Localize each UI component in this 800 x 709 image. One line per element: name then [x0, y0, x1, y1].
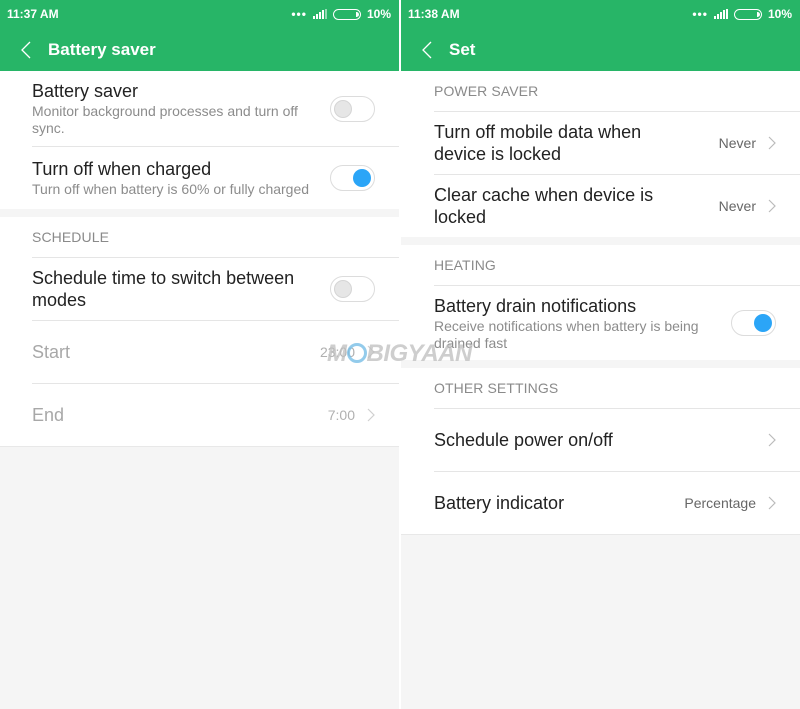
app-bar: Set: [401, 28, 800, 71]
back-button[interactable]: [0, 41, 48, 59]
turn-off-when-charged-row[interactable]: Turn off when charged Turn off when batt…: [32, 146, 399, 209]
status-time: 11:38 AM: [408, 7, 460, 21]
watermark-text: M: [327, 340, 347, 367]
row-title: Turn off when charged: [32, 159, 212, 179]
row-title: Schedule power on/off: [434, 430, 613, 450]
clear-cache-value: Never: [718, 198, 756, 214]
battery-indicator-row[interactable]: Battery indicator Percentage: [434, 471, 800, 534]
section-header: HEATING: [434, 257, 496, 273]
battery-indicator-value: Percentage: [684, 495, 756, 511]
toggle-knob: [334, 280, 352, 298]
end-time-value: 7:00: [327, 407, 355, 423]
page-title: Set: [449, 39, 476, 59]
signal-icon: [312, 9, 327, 19]
row-title: Battery drain notifications: [434, 295, 637, 316]
row-subtitle: Receive notifications when battery is be…: [434, 317, 699, 351]
row-title: Turn off mobile data when device is lock…: [434, 122, 642, 164]
section-header: POWER SAVER: [434, 83, 539, 99]
row-title: Start: [32, 342, 71, 362]
schedule-section: SCHEDULE Schedule time to switch between…: [0, 217, 399, 447]
status-bar: 11:38 AM ••• 10%: [401, 0, 800, 28]
more-dots-icon: •••: [291, 7, 307, 21]
row-subtitle: Monitor background processes and turn of…: [32, 103, 298, 136]
battery-percent: 10%: [366, 7, 391, 21]
mobile-data-value: Never: [718, 135, 756, 151]
toggle-knob: [334, 99, 352, 118]
battery-saver-section: Battery saver Monitor background process…: [0, 71, 399, 209]
battery-drain-toggle[interactable]: [731, 310, 776, 336]
chevron-right-icon: [768, 433, 776, 447]
status-bar: 11:37 AM ••• 10%: [0, 0, 399, 28]
power-saver-section: POWER SAVER Turn off mobile data when de…: [401, 71, 800, 237]
app-bar: Battery saver: [0, 28, 399, 71]
toggle-knob: [353, 169, 371, 187]
end-time-row[interactable]: End 7:00: [32, 383, 399, 446]
watermark-text: BIGYAAN: [366, 340, 473, 367]
battery-saver-toggle[interactable]: [330, 95, 375, 122]
battery-icon: [332, 8, 361, 20]
back-chevron-icon: [422, 41, 432, 58]
row-title: Schedule time to switch between modes: [32, 268, 295, 310]
battery-saver-row[interactable]: Battery saver Monitor background process…: [32, 71, 399, 146]
row-title: Clear cache when device is locked: [434, 185, 654, 227]
schedule-power-row[interactable]: Schedule power on/off: [434, 408, 800, 471]
watermark: M BIGYAAN: [327, 340, 472, 368]
page-title: Battery saver: [48, 39, 156, 59]
row-title: Battery indicator: [434, 493, 565, 513]
battery-percent: 10%: [767, 7, 792, 21]
section-header: OTHER SETTINGS: [434, 380, 559, 396]
schedule-switch-row[interactable]: Schedule time to switch between modes: [32, 257, 399, 320]
mobile-data-row[interactable]: Turn off mobile data when device is lock…: [434, 111, 800, 174]
section-header: SCHEDULE: [32, 229, 110, 245]
back-button[interactable]: [401, 41, 449, 59]
chevron-right-icon: [367, 408, 375, 422]
other-settings-section: OTHER SETTINGS Schedule power on/off Bat…: [401, 368, 800, 535]
chevron-right-icon: [768, 199, 776, 213]
status-time: 11:37 AM: [7, 7, 59, 21]
row-subtitle: Turn off when battery is 60% or fully ch…: [32, 181, 310, 197]
chevron-right-icon: [768, 496, 776, 510]
toggle-knob: [754, 314, 772, 332]
signal-icon: [713, 9, 728, 19]
schedule-toggle[interactable]: [330, 276, 375, 302]
turn-off-when-charged-toggle[interactable]: [330, 165, 375, 191]
back-chevron-icon: [21, 41, 31, 58]
watermark-logo-icon: [346, 343, 367, 363]
battery-drain-row[interactable]: Battery drain notifications Receive noti…: [434, 285, 800, 360]
row-title: End: [32, 405, 65, 425]
battery-icon: [733, 8, 762, 20]
chevron-right-icon: [768, 136, 776, 150]
row-title: Battery saver: [32, 81, 139, 101]
more-dots-icon: •••: [692, 7, 708, 21]
clear-cache-row[interactable]: Clear cache when device is locked Never: [434, 174, 800, 237]
